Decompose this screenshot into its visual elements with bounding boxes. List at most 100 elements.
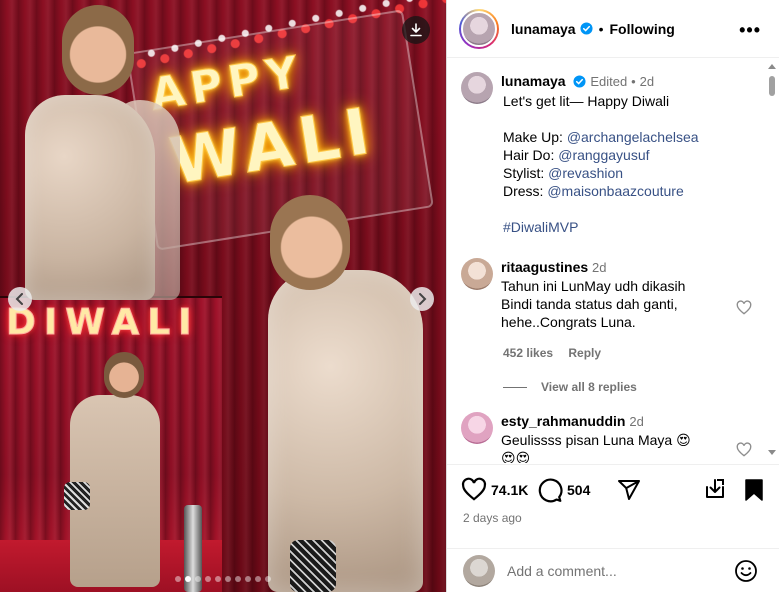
caption-hair-link[interactable]: @ranggayusuf bbox=[558, 147, 649, 163]
post-media[interactable]: APPY WALI DIWALI bbox=[0, 0, 446, 592]
neon-sign-lower: DIWALI bbox=[6, 302, 200, 344]
download-post-button[interactable] bbox=[703, 477, 727, 501]
comments-count[interactable]: 504 bbox=[567, 482, 590, 498]
caption-avatar[interactable] bbox=[461, 72, 493, 104]
comment-text-line: 😍😍 bbox=[501, 450, 531, 463]
comment-row: esty_rahmanuddin 2d Geulissss pisan Luna… bbox=[461, 412, 691, 463]
carousel-dot bbox=[245, 576, 251, 582]
more-options-icon[interactable]: ••• bbox=[739, 20, 761, 41]
post-modal: APPY WALI DIWALI lunamaya • Following ••… bbox=[0, 0, 779, 592]
caption-makeup-link[interactable]: @archangelachelsea bbox=[567, 129, 699, 145]
caption-username[interactable]: lunamaya bbox=[501, 73, 566, 89]
comment-text-line: Tahun ini LunMay udh dikasih bbox=[501, 278, 686, 294]
carousel-dot bbox=[255, 576, 261, 582]
comment-age: 2d bbox=[629, 414, 644, 429]
post-header: lunamaya • Following ••• bbox=[447, 0, 779, 58]
caption-stylist-label: Stylist: bbox=[503, 165, 549, 181]
comment-like-icon[interactable] bbox=[736, 300, 752, 316]
caption-dress: Dress: @maisonbaazcouture bbox=[503, 182, 699, 200]
caption-line-1: Let's get lit— Happy Diwali bbox=[503, 93, 677, 109]
post-timestamp[interactable]: 2 days ago bbox=[463, 511, 522, 525]
author-avatar-ring[interactable] bbox=[459, 8, 499, 49]
comment-username[interactable]: ritaagustines bbox=[501, 259, 588, 275]
carousel-dot bbox=[205, 576, 211, 582]
caption-edited: Edited bbox=[590, 74, 628, 89]
caption-makeup: Make Up: @archangelachelsea bbox=[503, 128, 699, 146]
clutch-bag bbox=[64, 482, 90, 510]
caption-makeup-label: Make Up: bbox=[503, 129, 567, 145]
header-separator: • bbox=[598, 20, 604, 37]
post-side-panel: lunamaya • Following ••• lunamaya Edited… bbox=[446, 0, 779, 592]
comment-row: ritaagustines 2d Tahun ini LunMay udh di… bbox=[461, 258, 685, 331]
view-replies-button[interactable]: View all 8 replies bbox=[503, 380, 637, 394]
comment-like-icon[interactable] bbox=[736, 442, 752, 458]
author-avatar[interactable] bbox=[461, 10, 497, 47]
verified-badge-icon bbox=[573, 75, 587, 88]
comment-meta: 452 likes Reply bbox=[503, 346, 613, 360]
carousel-dot bbox=[215, 576, 221, 582]
commenter-avatar[interactable] bbox=[461, 258, 493, 290]
comment-body: ritaagustines 2d Tahun ini LunMay udh di… bbox=[501, 258, 685, 331]
carousel-dot bbox=[195, 576, 201, 582]
comment-text-line: hehe..Congrats Luna. bbox=[501, 314, 636, 330]
photo-subject-3-head bbox=[104, 352, 144, 398]
carousel-dot bbox=[265, 576, 271, 582]
scroll-down-arrow[interactable] bbox=[768, 450, 776, 455]
comment-text-line: Geulissss pisan Luna Maya 😍 bbox=[501, 432, 691, 448]
comment-body: esty_rahmanuddin 2d Geulissss pisan Luna… bbox=[501, 412, 691, 463]
photo-subject-1-dress bbox=[25, 95, 155, 300]
scrollbar-thumb[interactable] bbox=[769, 76, 775, 96]
photo-subject-1-head bbox=[62, 5, 134, 95]
save-button[interactable] bbox=[743, 478, 765, 502]
caption-dress-link[interactable]: @maisonbaazcouture bbox=[547, 183, 683, 199]
comment-composer: Add a comment... bbox=[447, 548, 779, 592]
like-button[interactable]: 74.1K bbox=[461, 477, 528, 503]
carousel-dot bbox=[175, 576, 181, 582]
comments-scrollbar[interactable] bbox=[767, 62, 777, 457]
caption-dress-label: Dress: bbox=[503, 183, 548, 199]
caption-age[interactable]: 2d bbox=[640, 74, 654, 89]
comments-section[interactable]: lunamaya Edited • 2d Let's get lit— Happ… bbox=[447, 58, 779, 463]
likes-count[interactable]: 74.1K bbox=[491, 482, 528, 498]
carousel-indicator bbox=[0, 576, 446, 582]
caption-stylist: Stylist: @revashion bbox=[503, 164, 699, 182]
comment-likes[interactable]: 452 likes bbox=[503, 346, 553, 360]
current-user-avatar bbox=[463, 554, 495, 587]
download-icon bbox=[706, 479, 724, 498]
caption-hair: Hair Do: @ranggayusuf bbox=[503, 146, 699, 164]
comment-text-line: Bindi tanda status dah ganti, bbox=[501, 296, 678, 312]
heart-icon bbox=[461, 477, 487, 501]
carousel-prev-button[interactable] bbox=[8, 287, 32, 311]
post-actions: 74.1K 504 2 days ago bbox=[447, 464, 779, 548]
photo-subject-2-head bbox=[270, 195, 350, 290]
following-button[interactable]: Following bbox=[610, 21, 675, 37]
chevron-left-icon bbox=[15, 293, 23, 305]
caption-hashtag[interactable]: #DiwaliMVP bbox=[503, 218, 699, 236]
comment-reply-button[interactable]: Reply bbox=[568, 346, 601, 360]
comment-button[interactable]: 504 bbox=[537, 477, 590, 503]
author-username[interactable]: lunamaya bbox=[511, 21, 576, 37]
carousel-dot bbox=[235, 576, 241, 582]
caption-hair-label: Hair Do: bbox=[503, 147, 559, 163]
replies-divider bbox=[503, 386, 527, 388]
comment-age: 2d bbox=[592, 260, 607, 275]
view-replies-label[interactable]: View all 8 replies bbox=[541, 380, 637, 394]
comment-icon bbox=[538, 478, 563, 503]
verified-badge-icon bbox=[580, 22, 593, 35]
share-icon bbox=[618, 480, 640, 500]
download-icon bbox=[410, 23, 422, 37]
carousel-dot bbox=[185, 576, 191, 582]
caption-text: Let's get lit— Happy Diwali Make Up: @ar… bbox=[503, 92, 699, 236]
carousel-next-button[interactable] bbox=[410, 287, 434, 311]
share-button[interactable] bbox=[617, 478, 641, 502]
download-button[interactable] bbox=[402, 16, 430, 44]
handbag bbox=[290, 540, 336, 592]
carousel-dot bbox=[225, 576, 231, 582]
scroll-up-arrow[interactable] bbox=[768, 64, 776, 69]
chevron-right-icon bbox=[419, 293, 427, 305]
emoji-icon[interactable] bbox=[734, 559, 758, 583]
comment-username[interactable]: esty_rahmanuddin bbox=[501, 413, 625, 429]
bookmark-icon bbox=[745, 479, 763, 501]
commenter-avatar[interactable] bbox=[461, 412, 493, 444]
caption-stylist-link[interactable]: @revashion bbox=[548, 165, 623, 181]
